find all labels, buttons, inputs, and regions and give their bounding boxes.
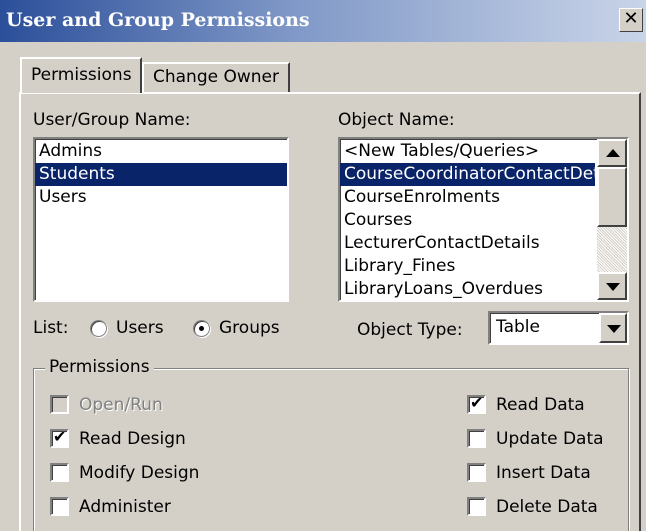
permissions-dialog: User and Group Permissions ✕ Permissions… bbox=[0, 0, 646, 531]
title-bar[interactable]: User and Group Permissions ✕ bbox=[0, 0, 646, 42]
tab-change-owner[interactable]: Change Owner bbox=[142, 62, 290, 92]
dialog-title: User and Group Permissions bbox=[6, 9, 310, 31]
tab-permissions-label: Permissions bbox=[31, 65, 132, 85]
tab-permissions[interactable]: Permissions bbox=[20, 57, 142, 93]
close-button[interactable]: ✕ bbox=[619, 8, 643, 32]
permissions-tab-panel bbox=[19, 92, 641, 531]
close-icon: ✕ bbox=[623, 8, 639, 29]
tab-change-owner-label: Change Owner bbox=[153, 67, 279, 87]
